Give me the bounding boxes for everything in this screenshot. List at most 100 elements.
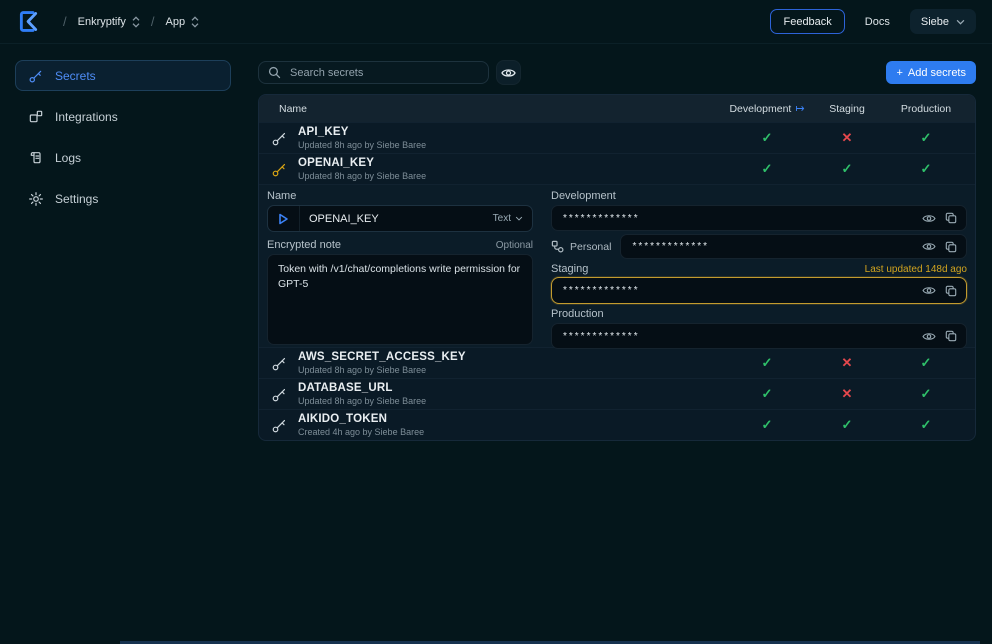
secret-meta: Created 4h ago by Siebe Baree xyxy=(298,427,424,437)
column-header-staging: Staging xyxy=(811,103,883,115)
search-input[interactable] xyxy=(288,66,479,80)
status-staging[interactable]: ✓ xyxy=(811,417,883,433)
reveal-staging-button[interactable] xyxy=(922,285,936,296)
secret-name-cell: OPENAI_KEY Updated 8h ago by Siebe Baree xyxy=(271,157,723,181)
personal-tag: Personal xyxy=(551,240,611,253)
status-production[interactable]: ✓ xyxy=(883,355,969,371)
personal-secret-field xyxy=(620,234,967,259)
status-staging[interactable]: ✕ xyxy=(811,355,883,371)
table-row[interactable]: OPENAI_KEY Updated 8h ago by Siebe Baree… xyxy=(259,153,975,184)
secret-name-input[interactable] xyxy=(300,213,493,225)
secret-meta: Updated 8h ago by Siebe Baree xyxy=(298,140,426,150)
column-header-name: Name xyxy=(279,103,723,115)
breadcrumb-separator: / xyxy=(63,14,67,29)
table-row[interactable]: AWS_SECRET_ACCESS_KEY Updated 8h ago by … xyxy=(259,347,975,378)
table-row[interactable]: AIKIDO_TOKEN Created 4h ago by Siebe Bar… xyxy=(259,409,975,440)
copy-production-button[interactable] xyxy=(945,330,957,342)
development-sync-icon[interactable]: ↦ xyxy=(795,102,804,115)
workspace-selector[interactable]: Enkryptify xyxy=(78,16,140,28)
sidebar-item-settings[interactable]: Settings xyxy=(15,183,231,214)
project-name: App xyxy=(166,16,186,28)
status-production[interactable]: ✓ xyxy=(883,130,969,146)
breadcrumb-separator: / xyxy=(151,14,155,29)
reveal-personal-button[interactable] xyxy=(922,241,936,252)
type-select[interactable]: Text xyxy=(493,213,532,224)
app-window: / Enkryptify / App Feedback Docs Siebe xyxy=(0,0,992,644)
encrypted-note-textarea[interactable]: Token with /v1/chat/completions write pe… xyxy=(267,254,533,345)
type-selected-value: Text xyxy=(493,213,511,224)
enkryptify-logo-icon[interactable] xyxy=(16,9,41,34)
play-icon xyxy=(278,213,289,225)
table-row[interactable]: API_KEY Updated 8h ago by Siebe Baree ✓ … xyxy=(259,122,975,153)
secret-name-cell: API_KEY Updated 8h ago by Siebe Baree xyxy=(271,126,723,150)
key-icon xyxy=(271,355,288,372)
status-production[interactable]: ✓ xyxy=(883,386,969,402)
staging-secret-input[interactable] xyxy=(561,284,913,297)
user-menu-button[interactable]: Siebe xyxy=(910,9,976,34)
status-development[interactable]: ✓ xyxy=(723,130,811,146)
table-header: Name Development ↦ Staging Production xyxy=(259,95,975,122)
status-development[interactable]: ✓ xyxy=(723,386,811,402)
staging-last-updated-badge: Last updated 148d ago xyxy=(865,264,967,275)
sidebar: Secrets Integrations Logs Settings xyxy=(0,44,246,644)
feedback-button[interactable]: Feedback xyxy=(770,9,844,34)
status-staging[interactable]: ✕ xyxy=(811,130,883,146)
updown-chevron-icon xyxy=(191,16,199,28)
sidebar-item-label: Secrets xyxy=(55,69,96,83)
secret-name-field: Text xyxy=(267,205,533,232)
copy-development-button[interactable] xyxy=(945,212,957,224)
updown-chevron-icon xyxy=(132,16,140,28)
secrets-table: Name Development ↦ Staging Production AP… xyxy=(258,94,976,441)
secret-meta: Updated 8h ago by Siebe Baree xyxy=(298,396,426,406)
status-development[interactable]: ✓ xyxy=(723,355,811,371)
reveal-development-button[interactable] xyxy=(922,213,936,224)
table-row[interactable]: DATABASE_URL Updated 8h ago by Siebe Bar… xyxy=(259,378,975,409)
development-secret-field xyxy=(551,205,967,231)
staging-secret-field xyxy=(551,277,967,304)
column-header-production: Production xyxy=(883,103,969,115)
copy-personal-button[interactable] xyxy=(945,241,957,253)
personal-secret-input[interactable] xyxy=(630,240,913,253)
project-selector[interactable]: App xyxy=(166,16,200,28)
production-secret-input[interactable] xyxy=(561,330,913,343)
sidebar-item-integrations[interactable]: Integrations xyxy=(15,101,231,132)
copy-icon xyxy=(945,330,957,342)
copy-icon xyxy=(945,212,957,224)
status-staging[interactable]: ✕ xyxy=(811,386,883,402)
add-secrets-button[interactable]: + Add secrets xyxy=(886,61,976,84)
column-header-development-label: Development xyxy=(729,103,791,115)
status-development[interactable]: ✓ xyxy=(723,417,811,433)
run-button[interactable] xyxy=(268,206,300,231)
topbar-actions: Feedback Docs Siebe xyxy=(770,9,976,34)
status-production[interactable]: ✓ xyxy=(883,417,969,433)
status-development[interactable]: ✓ xyxy=(723,161,811,177)
editor-right-column: Development Personal xyxy=(551,185,967,349)
note-label: Encrypted note xyxy=(267,240,341,251)
secrets-toolbar: + Add secrets xyxy=(258,60,976,85)
status-production[interactable]: ✓ xyxy=(883,161,969,177)
personal-override-row: Personal xyxy=(551,234,967,259)
sidebar-item-logs[interactable]: Logs xyxy=(15,142,231,173)
status-staging[interactable]: ✓ xyxy=(811,161,883,177)
key-icon xyxy=(271,386,288,403)
eye-icon xyxy=(501,67,516,79)
key-icon xyxy=(271,130,288,147)
secret-meta: Updated 8h ago by Siebe Baree xyxy=(298,365,466,375)
reveal-production-button[interactable] xyxy=(922,331,936,342)
docs-link[interactable]: Docs xyxy=(865,16,890,28)
key-icon xyxy=(28,68,44,84)
sidebar-item-secrets[interactable]: Secrets xyxy=(15,60,231,91)
chevron-down-icon xyxy=(515,216,523,221)
copy-staging-button[interactable] xyxy=(945,285,957,297)
secret-name: DATABASE_URL xyxy=(298,382,426,394)
secret-name: OPENAI_KEY xyxy=(298,157,426,169)
workspace-name: Enkryptify xyxy=(78,16,126,28)
development-secret-input[interactable] xyxy=(561,212,913,225)
breadcrumb: / Enkryptify / App xyxy=(63,14,199,29)
column-header-development: Development ↦ xyxy=(723,102,811,115)
column-header-production-label: Production xyxy=(901,103,951,115)
secret-name: AWS_SECRET_ACCESS_KEY xyxy=(298,351,466,363)
integrations-grid-icon xyxy=(28,109,44,125)
reveal-all-button[interactable] xyxy=(496,60,521,85)
secret-editor-panel: Name Text Encrypted note Optional Token … xyxy=(259,184,975,347)
